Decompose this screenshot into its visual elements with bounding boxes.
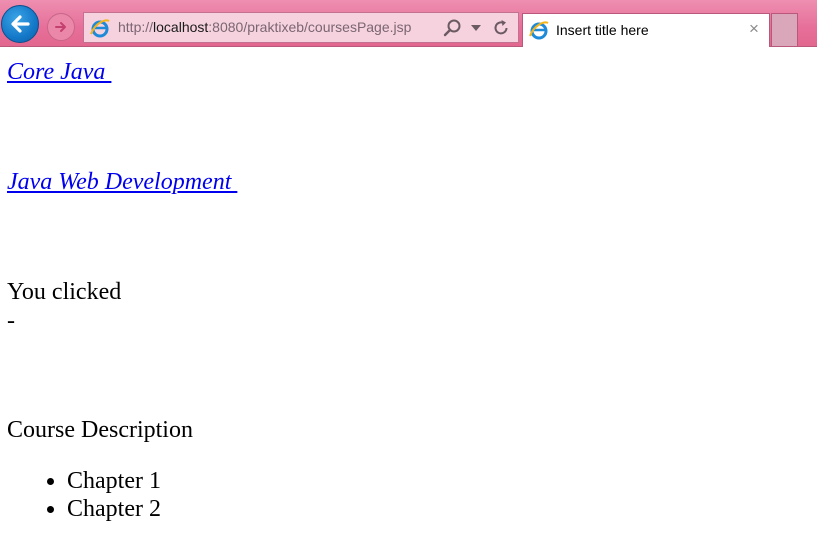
forward-arrow-icon	[55, 22, 66, 32]
selected-course-value: -	[7, 308, 15, 334]
search-icon[interactable]	[443, 18, 463, 38]
refresh-icon[interactable]	[491, 18, 511, 38]
tab-close-icon[interactable]: ×	[749, 20, 759, 37]
tab-title: Insert title here	[556, 22, 649, 38]
back-button[interactable]	[1, 5, 39, 43]
course-link-java-web[interactable]: Java Web Development	[7, 168, 237, 196]
course-link-core-java[interactable]: Core Java	[7, 58, 111, 86]
course-link-label[interactable]: Java Web Development	[7, 169, 237, 195]
url-path: :8080/praktixeb/coursesPage.jsp	[208, 19, 412, 35]
ie-tab-icon	[529, 21, 549, 40]
list-item: Chapter 2	[67, 495, 161, 523]
forward-button[interactable]	[47, 13, 75, 41]
ie-page-icon	[90, 19, 110, 38]
course-link-label[interactable]: Core Java	[7, 59, 111, 85]
url-prefix: http://	[118, 19, 154, 35]
course-description-heading: Course Description	[7, 417, 193, 443]
chevron-down-icon[interactable]	[471, 25, 481, 32]
back-arrow-icon	[11, 15, 30, 33]
tab-active[interactable]: Insert title here ×	[522, 13, 770, 47]
url-host: localhost	[153, 19, 209, 35]
chapter-list: Chapter 1 Chapter 2	[7, 467, 161, 523]
list-item: Chapter 1	[67, 467, 161, 495]
new-tab-button[interactable]	[771, 13, 798, 46]
you-clicked-text: You clicked	[7, 279, 122, 305]
address-bar[interactable]: http://localhost:8080/praktixeb/coursesP…	[83, 12, 519, 43]
browser-toolbar: http://localhost:8080/praktixeb/coursesP…	[0, 0, 817, 47]
url-text[interactable]: http://localhost:8080/praktixeb/coursesP…	[118, 19, 411, 35]
